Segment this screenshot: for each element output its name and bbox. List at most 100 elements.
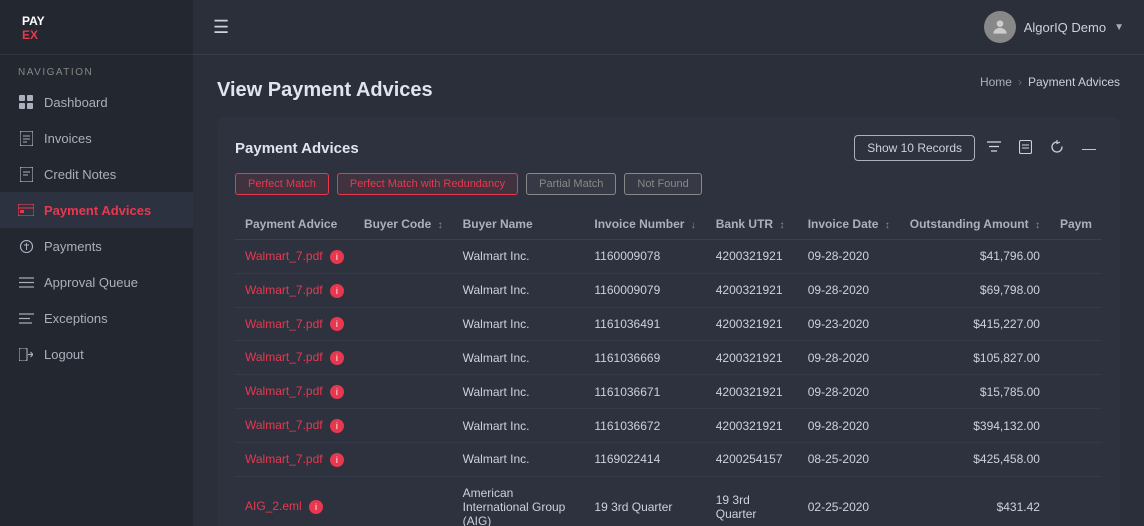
sort-icon-buyer-code: ↕	[438, 220, 443, 231]
advice-link[interactable]: Walmart_7.pdf i	[235, 341, 354, 375]
col-invoice-date[interactable]: Invoice Date ↕	[798, 209, 900, 240]
table-row: Walmart_7.pdf i Walmart Inc. 1161036669 …	[235, 341, 1102, 375]
col-bank-utr[interactable]: Bank UTR ↕	[706, 209, 798, 240]
refresh-button[interactable]	[1044, 136, 1070, 161]
table-row: Walmart_7.pdf i Walmart Inc. 1160009078 …	[235, 240, 1102, 274]
invoice-number-cell: 1160009079	[584, 273, 705, 307]
hamburger-button[interactable]: ☰	[213, 17, 229, 38]
advice-link[interactable]: Walmart_7.pdf i	[235, 240, 354, 274]
invoice-date-cell: 09-28-2020	[798, 273, 900, 307]
sidebar-item-credit-notes[interactable]: Credit Notes	[0, 156, 193, 192]
invoice-date-cell: 09-28-2020	[798, 240, 900, 274]
outstanding-amount-cell: $415,227.00	[900, 307, 1050, 341]
col-outstanding-amount[interactable]: Outstanding Amount ↕	[900, 209, 1050, 240]
sidebar-item-approval-queue[interactable]: Approval Queue	[0, 264, 193, 300]
invoice-date-cell: 02-25-2020	[798, 476, 900, 526]
filter-button[interactable]	[981, 136, 1007, 160]
filter-tab-perfect-match[interactable]: Perfect Match	[235, 173, 329, 195]
info-icon[interactable]: i	[330, 317, 344, 331]
payment-advices-card: Payment Advices Show 10 Records —	[217, 117, 1120, 526]
info-icon[interactable]: i	[330, 385, 344, 399]
bank-utr-cell: 4200321921	[706, 341, 798, 375]
invoice-number-cell: 1161036491	[584, 307, 705, 341]
advice-link[interactable]: Walmart_7.pdf i	[235, 375, 354, 409]
sidebar-item-invoices-label: Invoices	[44, 131, 92, 146]
main-area: ☰ AlgorIQ Demo ▼ View Payment Advices Ho…	[193, 0, 1144, 526]
sidebar-nav: Dashboard Invoices Credit Notes Payment …	[0, 84, 193, 372]
show-records-button[interactable]: Show 10 Records	[854, 135, 975, 161]
avatar	[984, 11, 1016, 43]
sidebar-item-payment-advices[interactable]: Payment Advices	[0, 192, 193, 228]
advice-link[interactable]: Walmart_7.pdf i	[235, 409, 354, 443]
credit-notes-icon	[18, 166, 34, 182]
advice-link[interactable]: Walmart_7.pdf i	[235, 273, 354, 307]
content-area: View Payment Advices Home › Payment Advi…	[193, 55, 1144, 526]
nav-label: NAVIGATION	[0, 55, 193, 84]
user-name: AlgorIQ Demo	[1024, 20, 1106, 35]
buyer-name-cell: Walmart Inc.	[453, 409, 585, 443]
info-icon[interactable]: i	[330, 351, 344, 365]
sidebar-item-credit-notes-label: Credit Notes	[44, 167, 116, 182]
col-buyer-code[interactable]: Buyer Code ↕	[354, 209, 453, 240]
export-button[interactable]	[1013, 136, 1038, 161]
col-invoice-number[interactable]: Invoice Number ↓	[584, 209, 705, 240]
sidebar-item-dashboard[interactable]: Dashboard	[0, 84, 193, 120]
outstanding-amount-cell: $431.42	[900, 476, 1050, 526]
collapse-button[interactable]: —	[1076, 136, 1102, 160]
sidebar-item-exceptions-label: Exceptions	[44, 311, 108, 326]
info-icon[interactable]: i	[330, 453, 344, 467]
info-icon[interactable]: i	[330, 250, 344, 264]
sort-icon-invoice-date: ↕	[885, 220, 890, 231]
bank-utr-cell: 4200321921	[706, 273, 798, 307]
payment-cell	[1050, 273, 1102, 307]
breadcrumb-home[interactable]: Home	[980, 75, 1012, 89]
invoice-number-cell: 1161036669	[584, 341, 705, 375]
filter-tab-not-found[interactable]: Not Found	[624, 173, 701, 195]
sidebar-item-logout[interactable]: Logout	[0, 336, 193, 372]
sidebar-item-payments[interactable]: Payments	[0, 228, 193, 264]
topbar-right: AlgorIQ Demo ▼	[984, 11, 1124, 43]
breadcrumb-current: Payment Advices	[1028, 75, 1120, 89]
dashboard-icon	[18, 94, 34, 110]
buyer-name-cell: Walmart Inc.	[453, 375, 585, 409]
table-row: Walmart_7.pdf i Walmart Inc. 1161036491 …	[235, 307, 1102, 341]
sidebar-item-invoices[interactable]: Invoices	[0, 120, 193, 156]
invoice-number-cell: 19 3rd Quarter	[584, 476, 705, 526]
filter-tabs: Perfect Match Perfect Match with Redunda…	[235, 173, 1102, 195]
chevron-down-icon[interactable]: ▼	[1114, 22, 1124, 33]
info-icon[interactable]: i	[330, 284, 344, 298]
advice-link[interactable]: AIG_2.eml i	[235, 476, 354, 526]
payment-cell	[1050, 476, 1102, 526]
page-header: View Payment Advices Home › Payment Advi…	[217, 75, 1120, 105]
bank-utr-cell: 4200254157	[706, 442, 798, 476]
table-row: Walmart_7.pdf i Walmart Inc. 1161036671 …	[235, 375, 1102, 409]
advice-link[interactable]: Walmart_7.pdf i	[235, 442, 354, 476]
buyer-code-cell	[354, 341, 453, 375]
sidebar-item-payment-advices-label: Payment Advices	[44, 203, 151, 218]
bank-utr-cell: 4200321921	[706, 375, 798, 409]
sidebar-item-exceptions[interactable]: Exceptions	[0, 300, 193, 336]
sidebar-item-dashboard-label: Dashboard	[44, 95, 108, 110]
invoice-number-cell: 1161036671	[584, 375, 705, 409]
invoice-date-cell: 09-28-2020	[798, 341, 900, 375]
outstanding-amount-cell: $15,785.00	[900, 375, 1050, 409]
buyer-name-cell: Walmart Inc.	[453, 341, 585, 375]
filter-tab-perfect-match-redundancy[interactable]: Perfect Match with Redundancy	[337, 173, 518, 195]
table-row: Walmart_7.pdf i Walmart Inc. 1169022414 …	[235, 442, 1102, 476]
info-icon[interactable]: i	[309, 500, 323, 514]
card-title: Payment Advices	[235, 140, 359, 157]
outstanding-amount-cell: $69,798.00	[900, 273, 1050, 307]
invoice-number-cell: 1161036672	[584, 409, 705, 443]
outstanding-amount-cell: $105,827.00	[900, 341, 1050, 375]
advice-link[interactable]: Walmart_7.pdf i	[235, 307, 354, 341]
info-icon[interactable]: i	[330, 419, 344, 433]
topbar: ☰ AlgorIQ Demo ▼	[193, 0, 1144, 55]
payment-cell	[1050, 240, 1102, 274]
outstanding-amount-cell: $41,796.00	[900, 240, 1050, 274]
filter-tab-partial-match[interactable]: Partial Match	[526, 173, 616, 195]
table-row: Walmart_7.pdf i Walmart Inc. 1161036672 …	[235, 409, 1102, 443]
col-payment: Paym	[1050, 209, 1102, 240]
payments-icon	[18, 238, 34, 254]
exceptions-icon	[18, 310, 34, 326]
table-row: Walmart_7.pdf i Walmart Inc. 1160009079 …	[235, 273, 1102, 307]
